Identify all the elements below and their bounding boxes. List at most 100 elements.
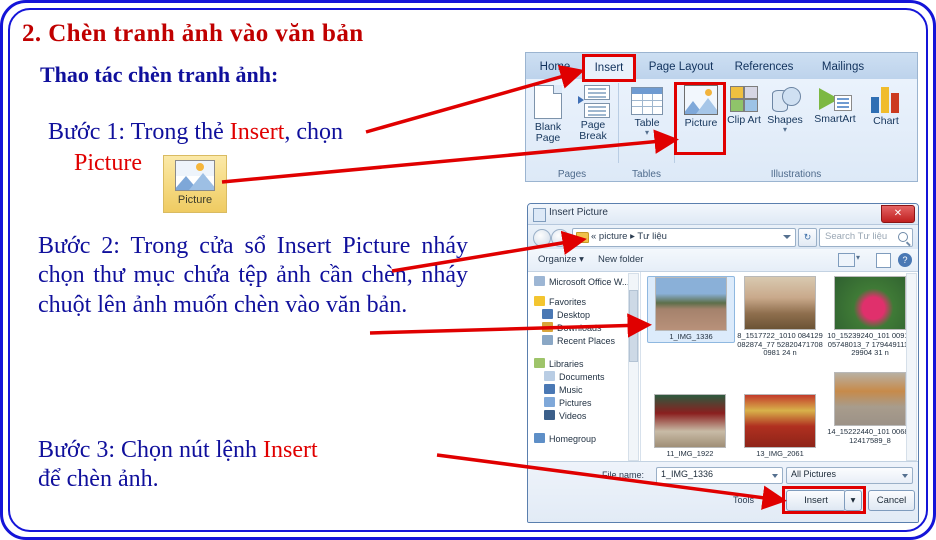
dialog-bottom-bar: File name: 1_IMG_1336 All Pictures Tools…	[528, 461, 918, 522]
office-icon	[534, 276, 545, 286]
nav-item-desktop[interactable]: Desktop	[542, 309, 590, 320]
thumbnail-image	[834, 276, 906, 330]
slide-content: 2. Chèn tranh ảnh vào văn bản Thao tác c…	[0, 0, 936, 540]
nav-item-videos[interactable]: Videos	[544, 410, 586, 421]
nav-item-homegroup[interactable]: Homegroup	[534, 433, 596, 444]
nav-item-downloads[interactable]: Downloads	[542, 322, 602, 333]
highlight-insert-button	[782, 486, 866, 514]
blank-page-icon	[534, 85, 562, 119]
file-name-label: 13_IMG_2061	[756, 449, 804, 458]
homegroup-icon	[534, 433, 545, 443]
close-icon[interactable]: ✕	[881, 205, 915, 223]
preview-pane-icon[interactable]	[876, 253, 891, 268]
file-name-input[interactable]: 1_IMG_1336	[656, 467, 783, 484]
tools-button[interactable]: Tools	[733, 495, 754, 505]
dialog-navbar: « picture ▸ Tư liệu ↻ Search Tư liệu	[528, 225, 918, 249]
step-1-suffix: , chọn	[284, 119, 344, 145]
search-input[interactable]: Search Tư liệu	[819, 228, 913, 247]
nav-pane-scrollbar[interactable]	[628, 273, 639, 461]
highlight-picture-command	[674, 82, 726, 155]
step-1-text: Bước 1: Trong thẻ Insert, chọn Picture	[48, 118, 468, 179]
nav-item-recent-places[interactable]: Recent Places	[542, 335, 615, 346]
view-mode-icon[interactable]	[838, 253, 855, 267]
list-item[interactable]: 1_IMG_1336	[647, 276, 735, 343]
command-smartart[interactable]: SmartArt	[808, 87, 862, 125]
file-name-label: 8_1517722_1010 084129082874_77 528204717…	[737, 331, 823, 357]
nav-item-music[interactable]: Music	[544, 384, 583, 395]
tab-page-layout[interactable]: Page Layout	[640, 56, 722, 79]
videos-icon	[544, 410, 555, 420]
thumbnail-image	[654, 394, 726, 448]
highlight-insert-tab	[582, 54, 636, 82]
page-break-icon	[578, 85, 610, 118]
view-mode-chevron-icon[interactable]: ▾	[856, 253, 860, 262]
tab-mailings[interactable]: Mailings	[808, 56, 878, 79]
file-name-label: 11_IMG_1922	[666, 449, 714, 458]
chevron-down-icon[interactable]	[902, 474, 908, 478]
cancel-button[interactable]: Cancel	[868, 490, 915, 511]
thumbnail-image	[744, 276, 816, 330]
chevron-down-icon[interactable]	[783, 235, 791, 239]
list-item[interactable]: 11_IMG_1922	[647, 394, 733, 459]
music-icon	[544, 384, 555, 394]
ribbon-group-illustrations-label: Illustrations	[770, 169, 822, 180]
documents-icon	[544, 371, 555, 381]
search-placeholder: Search Tư liệu	[825, 231, 888, 242]
ribbon-group-pages-label: Pages	[557, 169, 587, 180]
forward-icon[interactable]	[551, 229, 569, 247]
file-type-value: All Pictures	[791, 469, 837, 479]
picture-button-illustration[interactable]: Picture	[163, 155, 227, 213]
thumbnail-image	[834, 372, 906, 426]
command-page-break[interactable]: Page Break	[572, 85, 614, 142]
organize-button[interactable]: Organize ▾	[538, 254, 584, 265]
nav-item-favorites[interactable]: Favorites	[534, 296, 586, 307]
command-chart-label: Chart	[873, 115, 899, 127]
help-icon[interactable]: ?	[898, 253, 912, 267]
step-3-prefix: Bước 3: Chọn nút lệnh	[38, 437, 264, 463]
step-1-insert-keyword: Insert	[229, 119, 285, 145]
list-item[interactable]: 10_15239240_101 0091805748013_7 17944911…	[827, 276, 913, 358]
file-pane-scrollbar[interactable]	[906, 273, 917, 461]
file-pane: 1_IMG_1336 8_1517722_1010 084129082874_7…	[641, 272, 918, 462]
command-table[interactable]: Table ▾	[629, 87, 665, 137]
word-ribbon-screenshot: Home Insert Page Layout References Maili…	[525, 52, 918, 182]
file-type-select[interactable]: All Pictures	[786, 467, 913, 484]
breadcrumb: « picture ▸ Tư liệu	[591, 231, 667, 242]
command-shapes[interactable]: Shapes ▾	[763, 86, 807, 134]
command-page-break-label: Page Break	[579, 119, 607, 142]
desktop-icon	[542, 309, 553, 319]
back-icon[interactable]	[533, 229, 551, 247]
dialog-title: Insert Picture	[549, 207, 608, 218]
subtitle: Thao tác chèn tranh ảnh:	[40, 62, 279, 87]
picture-icon	[175, 160, 215, 191]
chevron-down-icon[interactable]	[772, 474, 778, 478]
clip-art-icon	[730, 86, 758, 112]
file-name-value: 1_IMG_1336	[661, 469, 714, 479]
list-item[interactable]: 8_1517722_1010 084129082874_77 528204717…	[737, 276, 823, 358]
file-name-field-label: File name:	[602, 470, 645, 480]
star-icon	[534, 296, 545, 306]
command-blank-page[interactable]: Blank Page	[528, 85, 568, 144]
refresh-icon[interactable]: ↻	[798, 228, 817, 247]
command-clip-art[interactable]: Clip Art	[727, 86, 761, 126]
list-item[interactable]: 13_IMG_2061	[737, 394, 823, 459]
tab-home[interactable]: Home	[532, 56, 578, 79]
nav-item-pictures[interactable]: Pictures	[544, 397, 592, 408]
nav-item-office[interactable]: Microsoft Office W...	[534, 276, 629, 287]
thumbnail-image	[744, 394, 816, 448]
address-bar[interactable]: « picture ▸ Tư liệu	[572, 228, 796, 247]
file-name-label: 1_IMG_1336	[669, 332, 713, 341]
list-item[interactable]: 14_15222440_101 0068712417589_8	[827, 372, 913, 445]
recent-places-icon	[542, 335, 553, 345]
command-chart[interactable]: Chart	[865, 86, 907, 127]
nav-item-documents[interactable]: Documents	[544, 371, 605, 382]
new-folder-button[interactable]: New folder	[598, 254, 643, 265]
tab-references[interactable]: References	[726, 56, 802, 79]
ribbon-group-pages: Blank Page Page Break Pages	[526, 81, 618, 181]
dialog-list-pane: Microsoft Office W... Favorites Desktop …	[528, 271, 918, 462]
step-2-text: Bước 2: Trong cửa sổ Insert Picture nháy…	[38, 233, 468, 318]
thumbnail-image	[655, 277, 727, 331]
ribbon-group-tables-label: Tables	[632, 169, 661, 180]
nav-item-libraries[interactable]: Libraries	[534, 358, 584, 369]
table-icon	[631, 87, 663, 115]
